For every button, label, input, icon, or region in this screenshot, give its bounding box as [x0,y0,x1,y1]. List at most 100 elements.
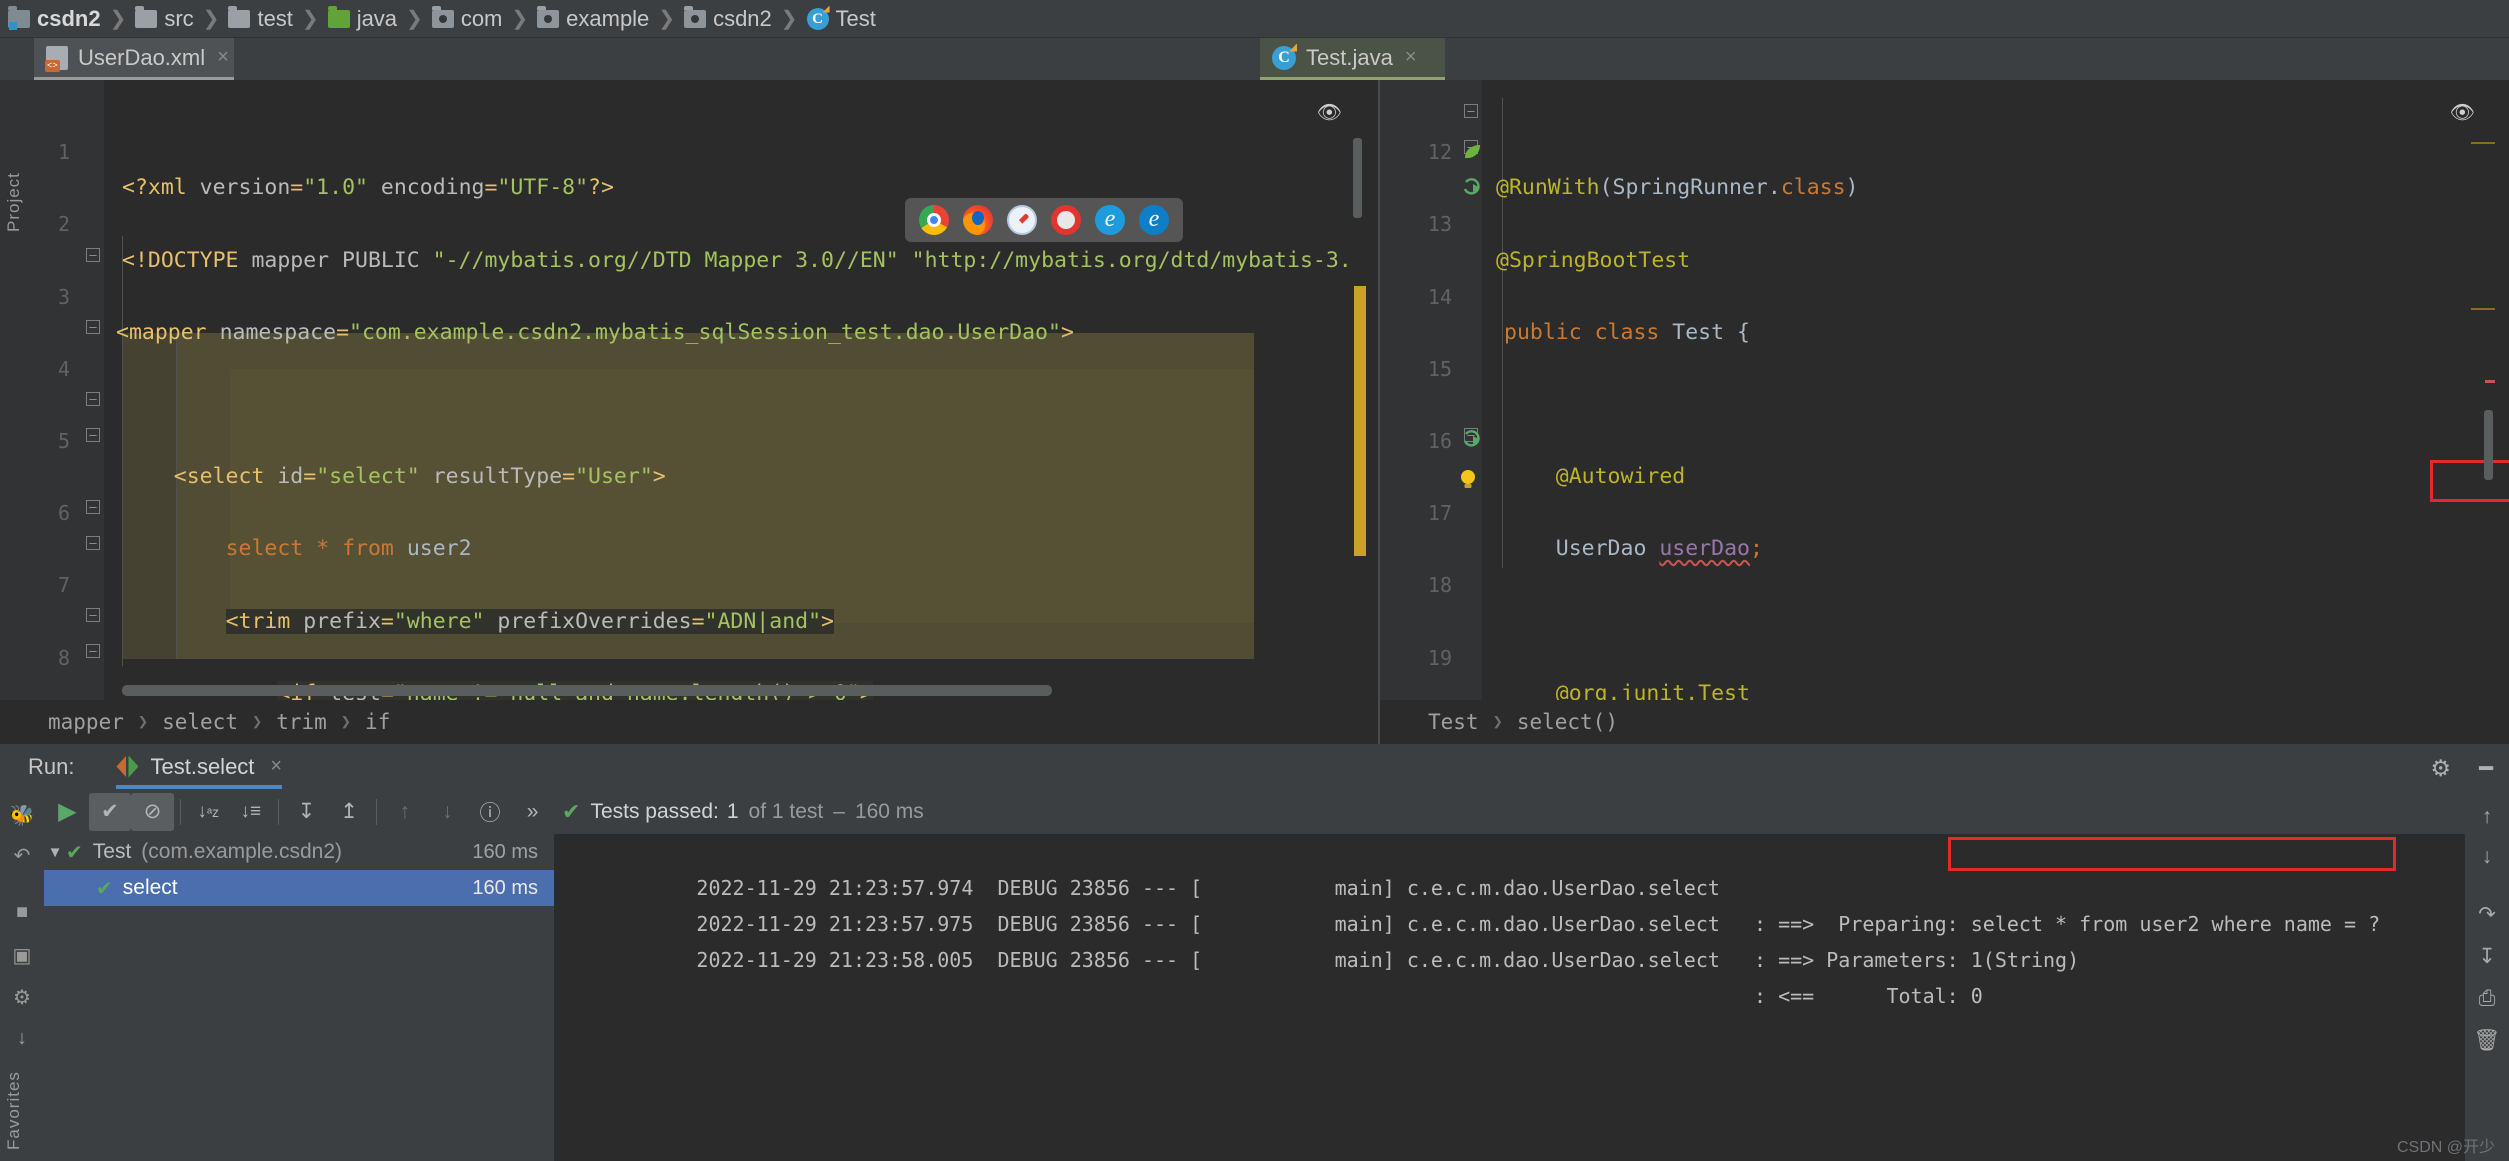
breadcrumb-item-example[interactable]: example [537,5,649,32]
package-icon [684,5,707,28]
test-tree-row-method[interactable]: ✔ select 160 ms [44,870,554,906]
console-panel: ✔ Tests passed: 1 of 1 test – 160 ms 202… [554,789,2465,1161]
clear-all-button[interactable]: 🗑 [2473,1027,2501,1055]
breadcrumb-item-mapper[interactable]: mapper [48,710,124,734]
tests-passed-label: Tests passed: [590,799,719,823]
test-class-package: (com.example.csdn2) [141,840,343,863]
code-line: 19 @org.junit.Test [1380,603,2509,706]
test-duration: 160 ms [472,876,538,899]
close-icon[interactable]: × [1405,46,1417,69]
preview-eye-icon[interactable]: 👁 [2450,100,2475,124]
package-icon [537,5,560,28]
breadcrumb-item-java[interactable]: java [327,5,397,32]
line-number: 3 [57,284,70,309]
watermark-label: CSDN @开少 [2396,1139,2495,1156]
rerun-failed-button[interactable]: ↶ [8,843,36,871]
soft-wrap-button[interactable]: ↷ [2473,901,2501,929]
editor-userdao-xml[interactable]: – – – – – – – – 1 <?xml version="1.0" en… [0,80,1378,744]
run-header: Run: Test.select × ⚙ ━ [0,744,2509,789]
breadcrumb-item-trim[interactable]: trim [276,710,327,734]
editor-horizontal-scrollbar[interactable] [122,685,1052,696]
sort-alphabetically-button[interactable]: ↓ᵃz [187,793,230,831]
folder-green-icon [327,5,350,28]
breadcrumb-label: test [257,5,293,31]
collapse-all-button[interactable]: ↥ [328,793,371,831]
toolbar-separator [179,798,181,825]
test-tree-row-class[interactable]: ▼ ✔ Test (com.example.csdn2) 160 ms [44,834,554,870]
breadcrumb-item-Test[interactable]: C Test [806,6,876,32]
tests-passed-count: 1 [726,799,739,823]
breadcrumb-chevron-icon: ❯ [301,8,319,30]
breadcrumb-chevron-icon: ❯ [406,8,423,30]
preview-eye-icon[interactable]: 👁 [1317,100,1342,124]
more-options-button[interactable]: » [511,793,554,831]
firefox-icon[interactable] [963,205,993,235]
line-number: 19 [1427,645,1452,670]
breadcrumb-item-select-method[interactable]: select() [1517,710,1618,734]
idea-window: csdn2 ❯ src ❯ test ❯ java ❯ com ❯ exampl… [0,0,2509,1161]
expand-triangle-icon[interactable]: ▼ [44,844,66,861]
minimize-icon[interactable]: ━ [2479,755,2493,782]
debugger-button[interactable]: 🐝 [8,803,36,831]
print-button[interactable]: ⎙ [2473,985,2501,1013]
scroll-down-button[interactable]: ↓ [2473,843,2501,871]
next-failed-button[interactable]: ↓ [426,793,469,831]
show-passed-button[interactable]: ✔ [88,792,132,831]
code-line: 18 [1380,531,2509,597]
run-title: Run: [28,753,75,779]
edge-icon[interactable]: e [1139,205,1169,235]
close-icon[interactable]: × [217,46,229,69]
show-ignored-button[interactable]: ⊘ [131,792,174,831]
line-number: 13 [1427,212,1452,237]
code-line: 3 <mapper namespace="com.example.csdn2.m… [0,242,1378,345]
console-line: 2022-11-29 21:23:58.005 DEBUG 23856 --- … [554,906,2465,1008]
close-icon[interactable]: × [270,755,282,778]
rerun-button[interactable]: ▶ [46,793,89,831]
editor-test-java[interactable]: – – – 12 @RunWith(SpringRunner.class) 13… [1380,80,2509,744]
test-results-tree[interactable]: ▼ ✔ Test (com.example.csdn2) 160 ms ✔ se… [44,834,554,1161]
folder-icon [228,5,251,28]
breadcrumb-item-csdn2[interactable]: csdn2 [8,5,101,32]
scroll-up-button[interactable]: ↑ [2473,803,2501,831]
run-tab-test-select[interactable]: Test.select × [116,744,283,789]
test-history-button[interactable]: ⓘ [469,793,512,831]
screenshot-button[interactable]: ▣ [8,943,36,971]
line-number: 5 [57,428,70,453]
editor-scrollbar-thumb[interactable] [2484,410,2493,480]
previous-failed-button[interactable]: ↑ [383,793,426,831]
breadcrumb: csdn2 ❯ src ❯ test ❯ java ❯ com ❯ exampl… [0,0,2509,38]
sidebar-item-project[interactable]: Project [4,62,24,232]
check-green-icon: ✔ [562,798,581,824]
breadcrumb-item-test[interactable]: test [228,5,293,32]
code-line: 15 [1380,315,2509,381]
tab-userdao-xml[interactable]: UserDao.xml × [34,38,234,80]
browser-launch-popup[interactable]: e e [905,198,1183,242]
console-line: 2022-11-29 21:23:57.974 DEBUG 23856 --- … [554,834,2465,936]
scroll-to-end-button[interactable]: ↧ [2473,943,2501,971]
line-number: 4 [57,356,70,381]
chrome-icon[interactable] [919,205,949,235]
breadcrumb-item-if[interactable]: if [365,710,390,734]
opera-icon[interactable] [1051,205,1081,235]
sidebar-item-favorites[interactable]: Favorites [4,1000,24,1150]
breadcrumb-chevron-icon: ❯ [511,8,529,30]
breadcrumb-item-src[interactable]: src [135,5,194,32]
expand-all-button[interactable]: ↧ [285,793,328,831]
console-line-left: 2022-11-29 21:23:58.005 DEBUG 23856 --- … [696,948,1720,972]
editor-scrollbar-thumb[interactable] [1353,138,1362,218]
breadcrumb-item-csdn2-pkg[interactable]: csdn2 [684,5,772,32]
settings-gear-icon[interactable]: ⚙ [2430,755,2451,782]
breadcrumb-item-test-class[interactable]: Test [1428,710,1479,734]
test-class-name: Test [92,840,132,863]
breadcrumb-item-select[interactable]: select [162,710,238,734]
tab-test-java[interactable]: C Test.java × [1260,38,1445,80]
console-output[interactable]: 2022-11-29 21:23:57.974 DEBUG 23856 --- … [554,834,2465,1161]
stop-button[interactable]: ■ [8,901,36,929]
sort-by-duration-button[interactable]: ↓≡ [230,793,273,831]
code-line: 8 <if test="name != null and name.length… [0,603,1378,706]
status-separator: – [833,799,845,823]
internet-explorer-icon[interactable]: e [1095,205,1125,235]
tests-total-label: of 1 test [748,799,824,823]
safari-icon[interactable] [1007,205,1037,235]
breadcrumb-item-com[interactable]: com [431,5,502,32]
